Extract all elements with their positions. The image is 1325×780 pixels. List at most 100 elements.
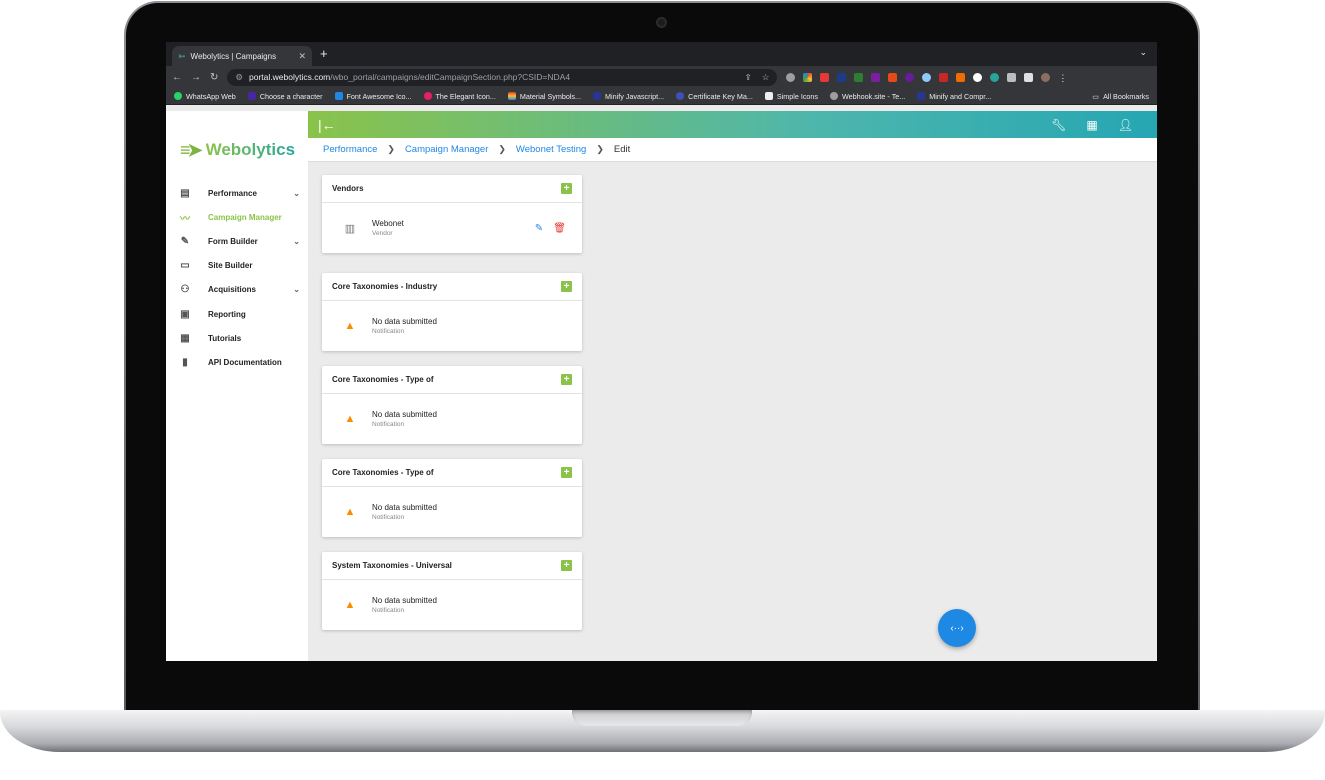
puzzle-icon[interactable] (1007, 72, 1017, 82)
menu-icon[interactable]: ⋮ (1058, 73, 1067, 83)
app: ≡➤ Webolytics ▤ Performance ⌄ 〰 Campaign Ma… (166, 111, 1157, 661)
bookmark-item[interactable]: Certificate Key Ma... (676, 92, 753, 101)
extension-icon[interactable] (888, 72, 898, 82)
logo[interactable]: ≡➤ Webolytics (166, 111, 308, 169)
tab-bar: ➳ Webolytics | Campaigns ✕ + ⌄ (166, 42, 1157, 66)
sidebar-item-tutorials[interactable]: ▦ Tutorials (166, 326, 308, 350)
sidebar-item-site-builder[interactable]: ▭ Site Builder (166, 254, 308, 278)
screen: ➳ Webolytics | Campaigns ✕ + ⌄ ← → ↻ ⚙ p… (166, 42, 1157, 661)
card-title: System Taxonomies - Universal (332, 561, 452, 570)
code-icon: ‹··› (950, 622, 964, 634)
extension-icon[interactable] (854, 72, 864, 82)
favicon-icon: ➳ (178, 50, 186, 61)
api-code-fab-button[interactable]: ‹··› (938, 609, 976, 647)
breadcrumb: Performance ❯ Campaign Manager ❯ Webonet… (308, 138, 1157, 162)
new-tab-button[interactable]: + (320, 47, 328, 61)
breadcrumb-webonet-testing[interactable]: Webonet Testing (516, 144, 586, 155)
extensions-bar: ⋮ (786, 72, 1067, 83)
sidebar-item-acquisitions[interactable]: ⚇ Acquisitions ⌄ (166, 278, 308, 302)
people-icon: ⚇ (180, 284, 190, 296)
taxonomy-card: Core Taxonomies - Industry + ▲ No data sub… (322, 273, 582, 351)
user-icon[interactable]: 👤︎ (1118, 118, 1133, 132)
reload-icon[interactable]: ↻ (210, 72, 218, 83)
web-icon: ▭ (180, 260, 190, 272)
tab-search-icon[interactable]: ⌄ (1139, 47, 1147, 58)
warning-icon: ▲ (344, 413, 356, 425)
vendors-card: Vendors + ▥ Webonet Vendor ✎ 🗑︎ (322, 175, 582, 253)
chevron-down-icon: ⌄ (293, 236, 300, 246)
site-info-icon[interactable]: ⚙ (235, 72, 243, 83)
bookmark-item[interactable]: Minify and Compr... (917, 92, 991, 101)
wrench-icon[interactable]: 🔧︎ (1051, 118, 1066, 132)
extension-icon[interactable] (905, 72, 915, 82)
extension-icon[interactable] (939, 72, 949, 82)
back-icon[interactable]: ← (172, 72, 182, 83)
extension-icon[interactable] (990, 72, 1000, 82)
extension-icon[interactable] (786, 72, 796, 82)
chevron-right-icon: ❯ (387, 144, 395, 154)
bookmark-star-icon[interactable]: ☆ (762, 72, 770, 83)
bookmark-item[interactable]: The Elegant Icon... (423, 92, 496, 101)
add-button[interactable]: + (561, 467, 572, 478)
bookmark-item[interactable]: Material Symbols... (507, 92, 581, 101)
laptop-notch (572, 710, 752, 726)
book-icon: ▮ (182, 356, 188, 368)
video-icon: ▦ (180, 332, 190, 344)
delete-icon[interactable]: 🗑︎ (553, 223, 566, 234)
chevron-right-icon: ❯ (498, 144, 506, 154)
extension-icon[interactable] (803, 72, 813, 82)
bookmark-item[interactable]: WhatsApp Web (174, 92, 236, 101)
browser-tab[interactable]: ➳ Webolytics | Campaigns ✕ (172, 46, 312, 66)
bookmark-item[interactable]: Webhook.site - Te... (830, 92, 905, 101)
url-field[interactable]: ⚙ portal.webolytics.com/wbo_portal/campa… (227, 68, 778, 86)
avatar[interactable] (1041, 72, 1051, 82)
bookmarks-bar: WhatsApp Web Choose a character Font Awe… (166, 88, 1157, 105)
breadcrumb-performance[interactable]: Performance (323, 144, 377, 155)
dashboard-grid-icon[interactable]: ▦ (1086, 118, 1097, 132)
forward-icon[interactable]: → (191, 72, 201, 83)
extension-icon[interactable] (837, 72, 847, 82)
top-bar: |← 🔧︎ ▦ 👤︎ (308, 111, 1157, 138)
sidebar-item-api-documentation[interactable]: ▮ API Documentation (166, 350, 308, 374)
trend-icon: 〰 (180, 213, 190, 225)
sidebar-nav: ▤ Performance ⌄ 〰 Campaign Manager ✎ Form Bu… (166, 181, 308, 375)
extension-icon[interactable] (956, 72, 966, 82)
breadcrumb-campaign-manager[interactable]: Campaign Manager (405, 144, 488, 155)
share-icon[interactable]: ⇪ (745, 72, 752, 83)
edit-icon[interactable]: ✎ (535, 223, 543, 234)
bookmark-item[interactable]: Minify Javascript... (593, 92, 664, 101)
taxonomy-card: System Taxonomies - Universal + ▲ No data … (322, 552, 582, 630)
chevron-right-icon: ❯ (596, 144, 604, 154)
add-button[interactable]: + (561, 183, 572, 194)
extension-icon[interactable] (871, 72, 881, 82)
all-bookmarks[interactable]: ▭ All Bookmarks (1092, 92, 1149, 101)
sidebar-item-campaign-manager[interactable]: 〰 Campaign Manager (166, 205, 308, 229)
sidebar-item-reporting[interactable]: ▣ Reporting (166, 302, 308, 326)
list-item: ▥ Webonet Vendor ✎ 🗑︎ (344, 219, 566, 237)
sidepanel-icon[interactable] (1024, 72, 1034, 82)
chevron-down-icon: ⌄ (293, 188, 300, 198)
sidebar: ≡➤ Webolytics ▤ Performance ⌄ 〰 Campaign Ma… (166, 111, 308, 661)
tab-title: Webolytics | Campaigns (190, 51, 277, 61)
warning-icon: ▲ (344, 599, 356, 611)
taxonomy-card: Core Taxonomies - Type of + ▲ No data subm… (322, 366, 582, 444)
sidebar-item-performance[interactable]: ▤ Performance ⌄ (166, 181, 308, 205)
bookmark-item[interactable]: Simple Icons (764, 92, 818, 101)
sidebar-item-form-builder[interactable]: ✎ Form Builder ⌄ (166, 229, 308, 253)
warning-icon: ▲ (344, 506, 356, 518)
extension-icon[interactable] (820, 72, 830, 82)
add-button[interactable]: + (561, 281, 572, 292)
bookmark-item[interactable]: Choose a character (247, 92, 323, 101)
add-button[interactable]: + (561, 374, 572, 385)
collapse-sidebar-icon[interactable]: |← (318, 117, 336, 133)
card-title: Core Taxonomies - Industry (332, 282, 438, 291)
folder-icon: ▭ (1092, 91, 1100, 101)
extension-icon[interactable] (973, 72, 983, 82)
extension-icon[interactable] (922, 72, 932, 82)
add-button[interactable]: + (561, 560, 572, 571)
close-tab-icon[interactable]: ✕ (298, 51, 306, 62)
bookmark-item[interactable]: Font Awesome Ico... (334, 92, 412, 101)
chevron-down-icon: ⌄ (293, 285, 300, 295)
breadcrumb-edit: Edit (613, 144, 631, 155)
logo-arrow-icon: ≡➤ (180, 139, 203, 160)
